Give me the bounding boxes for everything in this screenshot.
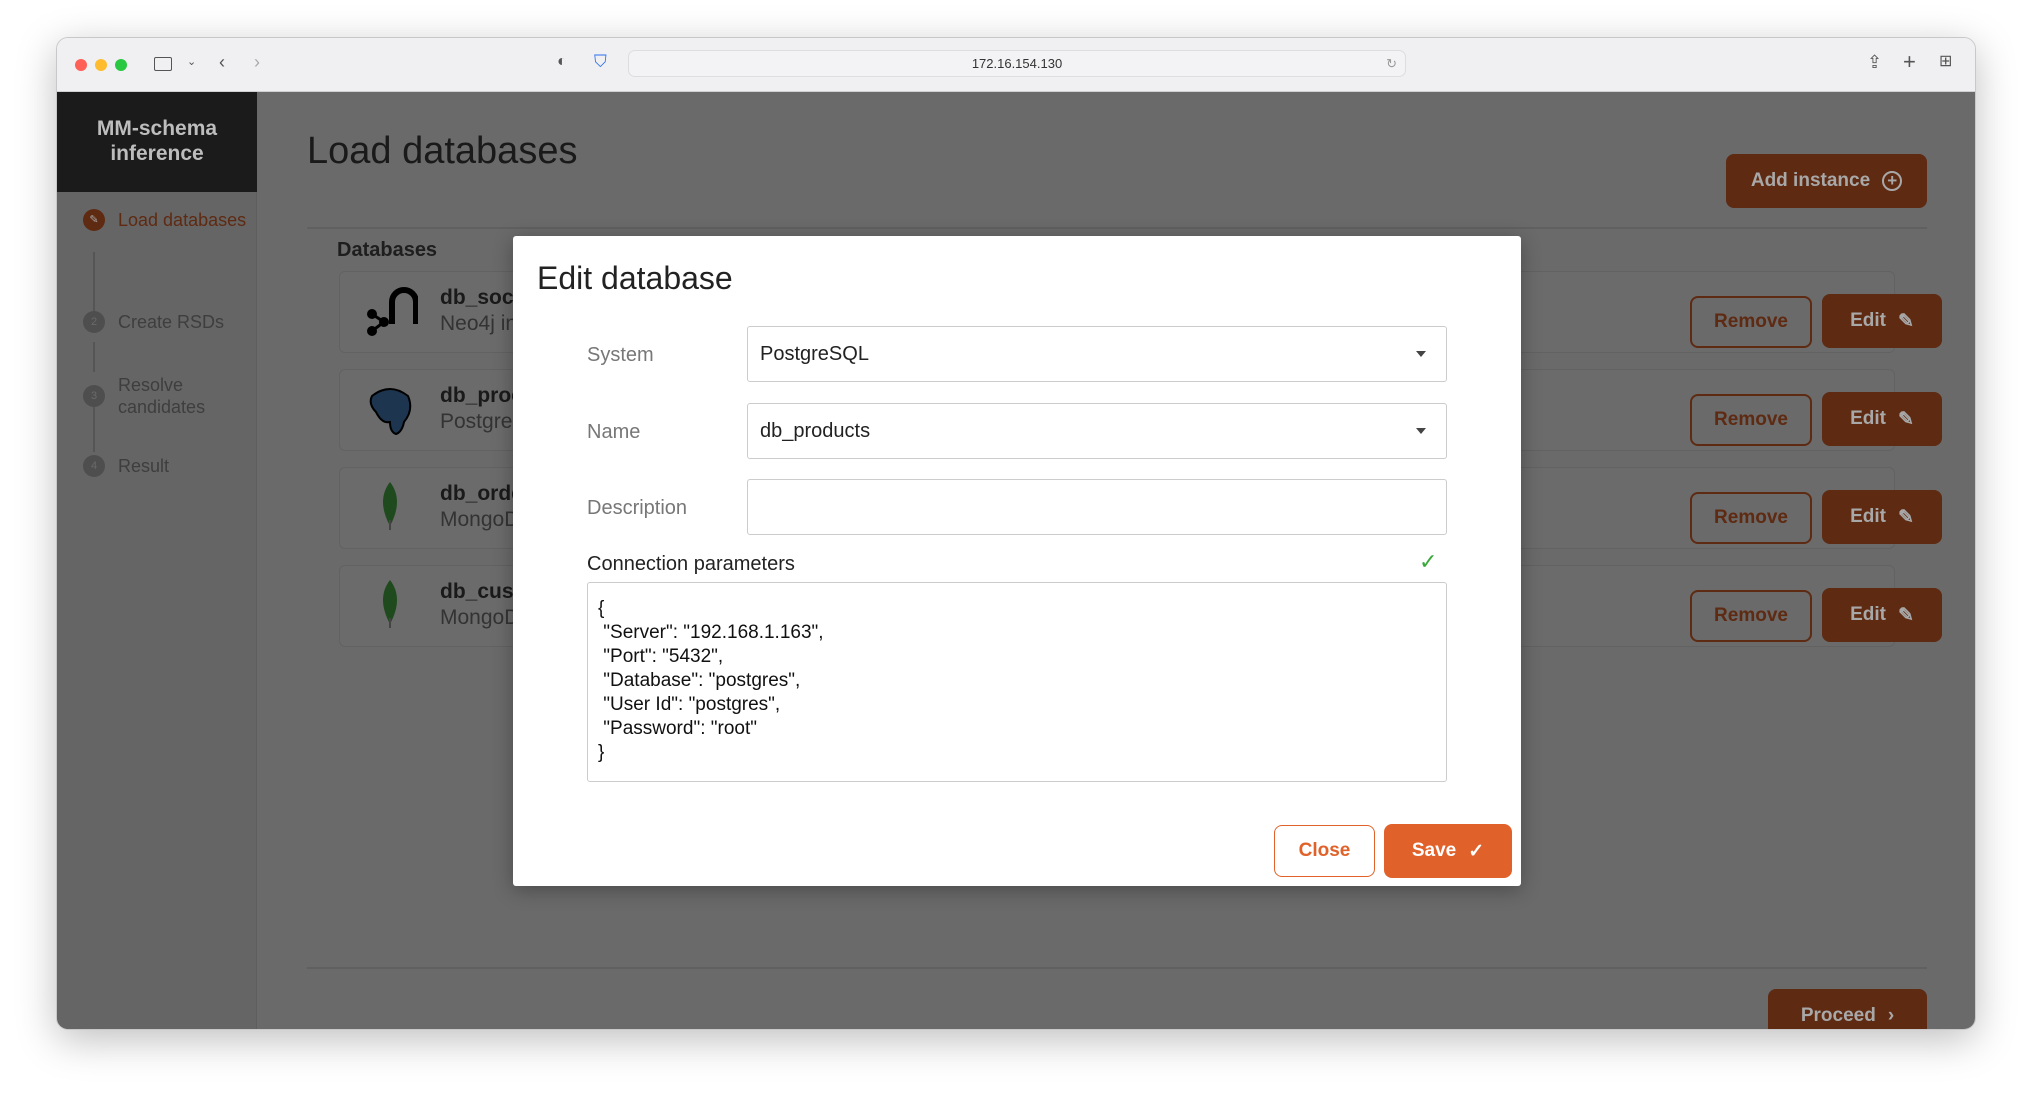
mongodb-icon (383, 580, 397, 628)
remove-label: Remove (1714, 507, 1788, 528)
pencil-icon: ✎ (1897, 604, 1914, 626)
dialog-title: Edit database (537, 260, 733, 296)
system-select[interactable]: PostgreSQL (747, 326, 1447, 382)
remove-label: Remove (1714, 409, 1788, 430)
connection-parameters-textarea[interactable]: { "Server": "192.168.1.163", "Port": "54… (587, 582, 1447, 782)
remove-label: Remove (1714, 605, 1788, 626)
back-icon[interactable]: ‹ (219, 52, 225, 72)
check-icon: ✓ (1468, 840, 1485, 862)
database-name: db_orde (440, 482, 523, 505)
postgresql-icon (369, 388, 412, 436)
address-bar[interactable]: 172.16.154.130 ↻ (628, 50, 1406, 77)
edit-label: Edit (1850, 604, 1886, 625)
edit-database-dialog: Edit database System PostgreSQL Name db_… (513, 236, 1521, 886)
reload-icon[interactable]: ↻ (1386, 51, 1397, 77)
step-number: 3 (83, 385, 105, 407)
pencil-icon: ✎ (1897, 310, 1914, 332)
step-connector (93, 342, 95, 372)
edit-button[interactable]: Edit ✎ (1822, 294, 1942, 348)
proceed-button[interactable]: Proceed › (1768, 989, 1927, 1029)
plus-circle-icon: + (1882, 171, 1903, 191)
save-label: Save (1411, 840, 1457, 861)
step-resolve-candidates[interactable]: 3 Resolve candidates (83, 374, 228, 418)
database-name: db_soci (440, 286, 520, 309)
description-input[interactable] (747, 479, 1447, 535)
add-instance-label: Add instance (1750, 170, 1871, 191)
share-icon[interactable]: ⇪ (1867, 52, 1882, 72)
connection-parameters-label: Connection parameters (587, 553, 795, 575)
valid-check-icon: ✓ (1419, 549, 1438, 574)
close-window-button[interactable] (75, 59, 87, 71)
security-shield-icon[interactable]: ⛉ (594, 52, 607, 72)
pencil-icon: ✎ (83, 209, 105, 231)
step-number: 2 (83, 311, 105, 333)
system-value: PostgreSQL (760, 343, 869, 365)
step-create-rsds[interactable]: 2 Create RSDs (83, 311, 224, 333)
database-description: Postgre (440, 410, 513, 433)
browser-toolbar: ⌄ ‹ › ◐ ⛉ 172.16.154.130 ↻ ⇪ + ⊞ (57, 38, 1975, 92)
mongodb-icon (383, 482, 397, 530)
section-label: Databases (337, 239, 438, 261)
chevron-right-icon: › (1887, 1004, 1895, 1026)
privacy-shield-icon[interactable]: ◐ (557, 52, 567, 72)
pencil-icon: ✎ (1897, 408, 1914, 430)
pencil-icon: ✎ (1897, 506, 1914, 528)
divider (307, 227, 1927, 229)
chevron-down-icon[interactable]: ⌄ (187, 52, 196, 72)
browser-window: ⌄ ‹ › ◐ ⛉ 172.16.154.130 ↻ ⇪ + ⊞ MM-schem… (56, 37, 1976, 1030)
tab-overview-icon[interactable]: ⊞ (1939, 52, 1952, 72)
remove-label: Remove (1714, 311, 1788, 332)
zoom-window-button[interactable] (115, 59, 127, 71)
proceed-label: Proceed (1800, 1004, 1876, 1026)
step-label: Result (118, 456, 170, 476)
remove-button[interactable]: Remove (1690, 296, 1812, 348)
step-connector (93, 252, 95, 312)
save-button[interactable]: Save ✓ (1384, 824, 1512, 878)
edit-label: Edit (1850, 310, 1886, 331)
forward-icon[interactable]: › (254, 52, 260, 72)
database-description: Neo4j in (440, 312, 518, 335)
url-text: 172.16.154.130 (971, 56, 1063, 71)
edit-button[interactable]: Edit ✎ (1822, 392, 1942, 446)
edit-button[interactable]: Edit ✎ (1822, 490, 1942, 544)
new-tab-icon[interactable]: + (1903, 51, 1916, 73)
close-label: Close (1298, 840, 1351, 861)
step-load-databases[interactable]: ✎ Load databases (83, 209, 246, 231)
remove-button[interactable]: Remove (1690, 590, 1812, 642)
step-label: Resolve candidates (118, 375, 206, 417)
description-label: Description (587, 497, 688, 519)
neo4j-icon (367, 287, 418, 336)
page-title: Load databases (307, 130, 578, 172)
remove-button[interactable]: Remove (1690, 394, 1812, 446)
edit-button[interactable]: Edit ✎ (1822, 588, 1942, 642)
sidebar-toggle-icon[interactable] (154, 57, 172, 71)
close-button[interactable]: Close (1274, 825, 1375, 877)
app-brand: MM-schema inference (57, 92, 257, 192)
edit-label: Edit (1850, 506, 1886, 527)
minimize-window-button[interactable] (95, 59, 107, 71)
name-value: db_products (760, 420, 871, 442)
system-label: System (587, 344, 654, 366)
edit-label: Edit (1850, 408, 1886, 429)
add-instance-button[interactable]: Add instance + (1726, 154, 1927, 208)
sidebar: MM-schema inference ✎ Load databases 2 C… (57, 92, 257, 1029)
step-label: Create RSDs (118, 312, 225, 332)
caret-down-icon (1416, 428, 1426, 434)
step-number: 4 (83, 455, 105, 477)
divider (307, 967, 1927, 969)
name-label: Name (587, 421, 641, 443)
step-result[interactable]: 4 Result (83, 455, 169, 477)
remove-button[interactable]: Remove (1690, 492, 1812, 544)
app-page: MM-schema inference ✎ Load databases 2 C… (57, 92, 1975, 1029)
database-name: db_proc (440, 384, 523, 407)
caret-down-icon (1416, 351, 1426, 357)
name-select[interactable]: db_products (747, 403, 1447, 459)
step-label: Load databases (118, 210, 247, 230)
database-name: db_cust (440, 580, 521, 603)
database-description: MongoD (440, 508, 520, 531)
database-description: MongoD (440, 606, 520, 629)
